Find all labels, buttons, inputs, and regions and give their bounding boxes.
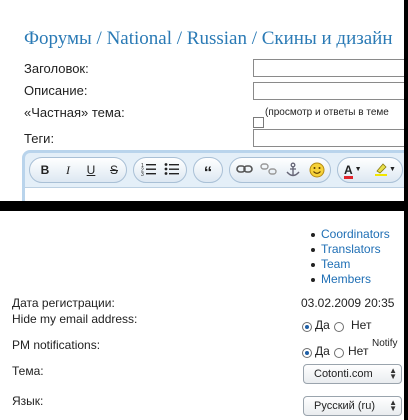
- language-select[interactable]: Русский (ru) ▲ ▼: [303, 396, 402, 416]
- theme-label: Тема:: [12, 364, 44, 378]
- svg-text:3: 3: [141, 172, 144, 176]
- list-bullet: [311, 248, 315, 252]
- pm-notifications-label: PM notifications:: [12, 338, 101, 352]
- strikethrough-button[interactable]: S: [105, 162, 123, 178]
- list-bullet: [311, 233, 315, 237]
- theme-select-value: Cotonti.com: [314, 368, 373, 380]
- profile-settings-panel: Coordinators Translators Team Members Да…: [0, 211, 404, 420]
- pm-notify-no-radio[interactable]: [334, 348, 344, 358]
- nav-link-team[interactable]: Team: [321, 257, 350, 271]
- ordered-list-icon[interactable]: 123: [140, 162, 158, 178]
- description-input[interactable]: [253, 82, 404, 100]
- title-input[interactable]: [253, 59, 404, 77]
- unlink-icon[interactable]: [260, 162, 278, 178]
- language-label: Язык:: [12, 394, 44, 408]
- hide-email-no-label: Нет: [351, 318, 372, 332]
- theme-select[interactable]: Cotonti.com ▲ ▼: [303, 364, 402, 384]
- link-icon[interactable]: [236, 162, 254, 178]
- language-select-value: Русский (ru): [314, 400, 375, 412]
- nav-link-translators[interactable]: Translators: [321, 242, 381, 256]
- list-bullet: [311, 278, 315, 282]
- list-bullet: [311, 263, 315, 267]
- tags-input[interactable]: [253, 129, 404, 147]
- chevron-down-icon: ▼: [354, 166, 362, 173]
- hide-email-yes-label: Да: [315, 318, 330, 332]
- hide-email-label: Hide my email address:: [12, 312, 138, 326]
- reg-date-value: 03.02.2009 20:35: [301, 296, 395, 310]
- highlighter-icon: [375, 163, 387, 177]
- font-color-button[interactable]: A ▼: [344, 162, 366, 179]
- quote-button[interactable]: “: [199, 162, 217, 182]
- bullet-list-icon[interactable]: [163, 162, 181, 178]
- pm-notify-no-label: Нет: [348, 344, 369, 358]
- toolbar-group-quote: “: [193, 157, 223, 183]
- title-label: Заголовок:: [24, 61, 89, 76]
- breadcrumb[interactable]: Форумы / National / Russian / Скины и ди…: [24, 28, 393, 50]
- description-label: Описание:: [24, 83, 88, 98]
- highlight-color-button[interactable]: ▼: [374, 162, 398, 178]
- hide-email-yes-radio[interactable]: [302, 322, 312, 332]
- toolbar-group-color: A ▼ ▼: [337, 157, 403, 183]
- toolbar-group-insert: [229, 157, 331, 183]
- chevron-updown-icon: ▲ ▼: [389, 366, 397, 381]
- private-topic-hint: (просмотр и ответы в теме: [265, 107, 389, 118]
- toolbar-group-lists: 123: [133, 157, 187, 183]
- pm-notify-label: Notify: [372, 338, 398, 349]
- chevron-down-icon: ▼: [389, 166, 396, 173]
- markup-editor: B I U S 123 “ A ▼ ▼: [22, 150, 404, 201]
- smiley-icon[interactable]: [308, 162, 326, 178]
- font-color-letter: A: [344, 163, 353, 179]
- pm-notify-yes-label: Да: [315, 344, 330, 358]
- toolbar-group-text-style: B I U S: [29, 157, 127, 183]
- bold-button[interactable]: B: [36, 162, 54, 178]
- private-topic-label: «Частная» тема:: [24, 105, 125, 120]
- editor-textarea[interactable]: [25, 187, 404, 201]
- pm-notify-yes-radio[interactable]: [302, 348, 312, 358]
- topic-form-panel: Форумы / National / Russian / Скины и ди…: [0, 0, 404, 201]
- italic-button[interactable]: I: [59, 162, 77, 178]
- reg-date-label: Дата регистрации:: [12, 296, 115, 310]
- tags-label: Теги:: [24, 131, 55, 146]
- nav-link-coordinators[interactable]: Coordinators: [321, 227, 390, 241]
- private-topic-checkbox[interactable]: [253, 117, 264, 128]
- nav-link-members[interactable]: Members: [321, 272, 371, 286]
- underline-button[interactable]: U: [82, 162, 100, 178]
- chevron-updown-icon: ▲ ▼: [389, 398, 397, 413]
- anchor-icon[interactable]: [284, 162, 302, 178]
- hide-email-no-radio[interactable]: [334, 322, 344, 332]
